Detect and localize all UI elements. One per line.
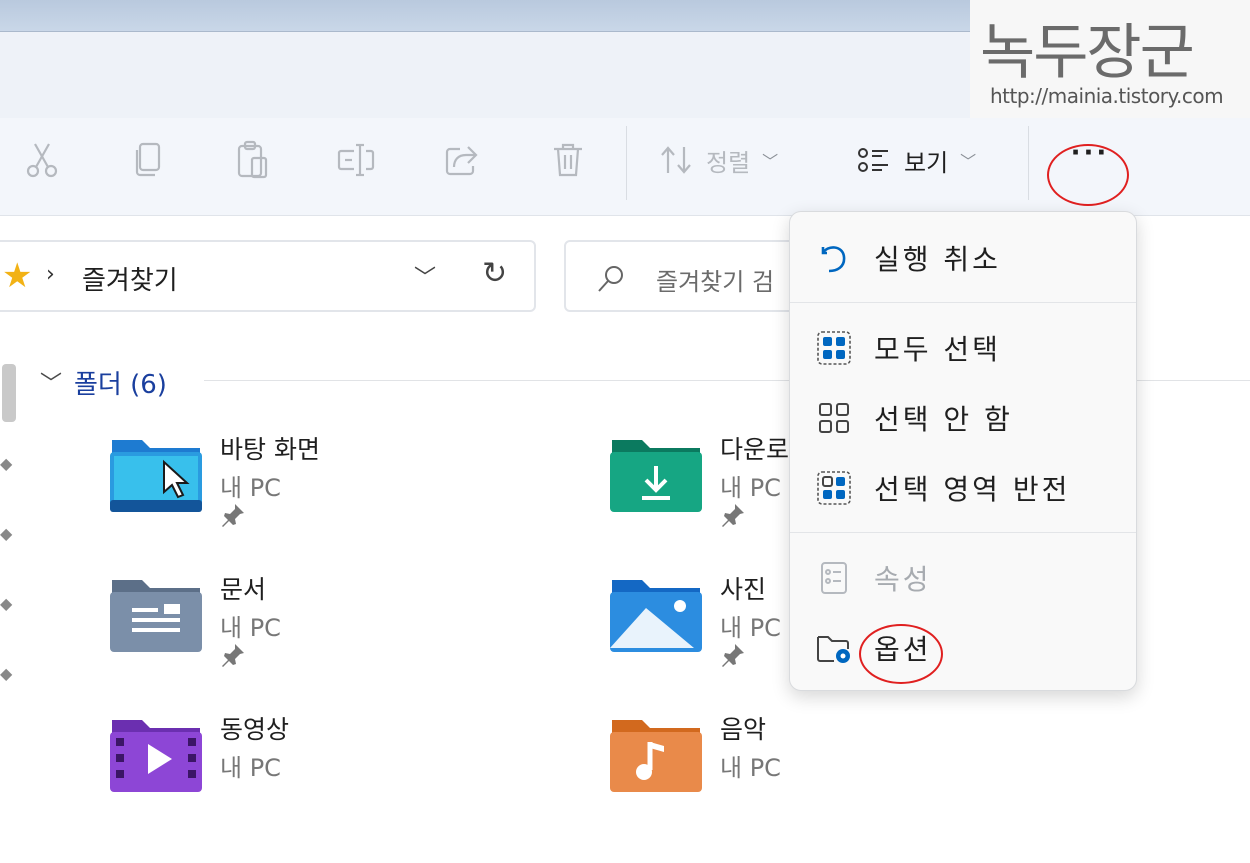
search-placeholder: 즐겨찾기 검: [656, 268, 775, 296]
menu-separator: [790, 532, 1136, 533]
desktop-folder-icon: [110, 440, 202, 512]
folder-name: 다운로: [720, 435, 790, 464]
menu-item-label: 모두 선택: [874, 333, 1001, 366]
folder-item-videos[interactable]: 동영상 내 PC: [110, 710, 550, 830]
share-button[interactable]: [434, 136, 490, 184]
pin-icon: ◆: [0, 594, 13, 613]
folder-location: 내 PC: [720, 614, 781, 642]
share-icon: [445, 146, 478, 176]
pin-icon: [222, 644, 244, 667]
menu-item-label: 속성: [874, 563, 932, 596]
watermark: 녹두장군 http://mainia.tistory.com: [970, 0, 1250, 118]
refresh-icon[interactable]: ↻: [482, 256, 507, 291]
search-icon: [598, 266, 623, 292]
address-bar[interactable]: ★ › 즐겨찾기 ﹀ ↻: [0, 240, 536, 312]
menu-separator: [790, 302, 1136, 303]
sort-icon: [661, 146, 691, 174]
pictures-folder-icon: [610, 580, 702, 652]
folder-name: 음악: [720, 715, 767, 744]
folders-group-header[interactable]: ﹀ 폴더 (6): [40, 362, 167, 402]
watermark-url: http://mainia.tistory.com: [990, 84, 1224, 108]
highlight-circle-more: [1047, 144, 1129, 206]
menu-item-label: 실행 취소: [874, 243, 1001, 276]
folder-location: 내 PC: [220, 474, 281, 502]
navigation-pane-edge: ◆ ◆ ◆ ◆: [0, 362, 20, 862]
watermark-title: 녹두장군: [980, 18, 1195, 88]
copy-icon: [135, 142, 161, 177]
pin-icon: ◆: [0, 454, 13, 473]
rename-icon: [337, 143, 375, 177]
menu-item-options[interactable]: 옵션: [790, 616, 1136, 676]
breadcrumb-separator-icon: ›: [46, 262, 55, 287]
paste-button[interactable]: [224, 136, 280, 184]
properties-icon: [821, 562, 847, 594]
select-all-icon: [817, 331, 851, 365]
paste-icon: [237, 140, 268, 179]
view-button[interactable]: 보기 ﹀: [856, 138, 976, 182]
videos-folder-icon: [110, 720, 202, 792]
chevron-down-icon: ﹀: [960, 152, 977, 171]
view-label: 보기: [904, 148, 949, 177]
pin-icon: [222, 504, 244, 527]
menu-item-select-none[interactable]: 선택 안 함: [790, 386, 1136, 446]
pin-icon: [722, 644, 744, 667]
toolbar-separator: [1028, 126, 1029, 200]
invert-selection-icon: [817, 471, 851, 505]
music-folder-icon: [610, 720, 702, 792]
menu-item-label: 선택 영역 반전: [874, 473, 1071, 506]
search-box[interactable]: 즐겨찾기 검: [564, 240, 804, 312]
folder-location: 내 PC: [220, 614, 281, 642]
folder-name: 바탕 화면: [220, 435, 320, 464]
menu-item-properties[interactable]: 속성: [790, 546, 1136, 606]
toolbar-separator: [626, 126, 627, 200]
scissors-icon: [26, 143, 58, 178]
nav-scrollbar[interactable]: [2, 364, 16, 422]
menu-item-undo[interactable]: 실행 취소: [790, 226, 1136, 286]
delete-button[interactable]: [540, 136, 596, 184]
group-title: 폴더 (6): [74, 369, 167, 400]
sort-label: 정렬: [706, 148, 751, 177]
folder-item-documents[interactable]: 문서 내 PC: [110, 570, 550, 690]
pin-icon: ◆: [0, 524, 13, 543]
folder-location: 내 PC: [220, 754, 281, 782]
address-history-chevron-icon[interactable]: ﹀: [414, 260, 436, 292]
trash-icon: [554, 143, 582, 177]
folder-name: 동영상: [220, 715, 290, 744]
highlight-circle-options: [859, 624, 943, 684]
copy-button[interactable]: [120, 136, 176, 184]
documents-folder-icon: [110, 580, 202, 652]
folder-location: 내 PC: [720, 474, 781, 502]
sort-button[interactable]: 정렬 ﹀: [660, 138, 778, 182]
view-list-icon: [858, 148, 888, 172]
menu-item-label: 선택 안 함: [874, 403, 1013, 436]
star-icon: ★: [2, 256, 33, 296]
folder-name: 사진: [720, 575, 767, 604]
folder-name: 문서: [220, 575, 267, 604]
rename-button[interactable]: [328, 136, 384, 184]
breadcrumb-favorites[interactable]: 즐겨찾기: [82, 260, 178, 297]
select-none-icon: [819, 403, 849, 433]
pin-icon: [722, 504, 744, 527]
more-options-menu: 실행 취소 모두 선택 선택 안 함 선택 영역 반전 속성 옵션: [789, 211, 1137, 691]
chevron-down-icon: ﹀: [40, 372, 63, 397]
folder-item-music[interactable]: 음악 내 PC: [610, 710, 1050, 830]
downloads-folder-icon: [610, 440, 702, 512]
menu-item-invert-selection[interactable]: 선택 영역 반전: [790, 456, 1136, 516]
folder-item-desktop[interactable]: 바탕 화면 내 PC: [110, 430, 550, 550]
undo-icon: [821, 246, 846, 273]
folder-options-icon: [817, 636, 850, 663]
pin-icon: ◆: [0, 664, 13, 683]
menu-item-select-all[interactable]: 모두 선택: [790, 316, 1136, 376]
cut-button[interactable]: [14, 136, 70, 184]
chevron-down-icon: ﹀: [762, 152, 779, 171]
folder-location: 내 PC: [720, 754, 781, 782]
